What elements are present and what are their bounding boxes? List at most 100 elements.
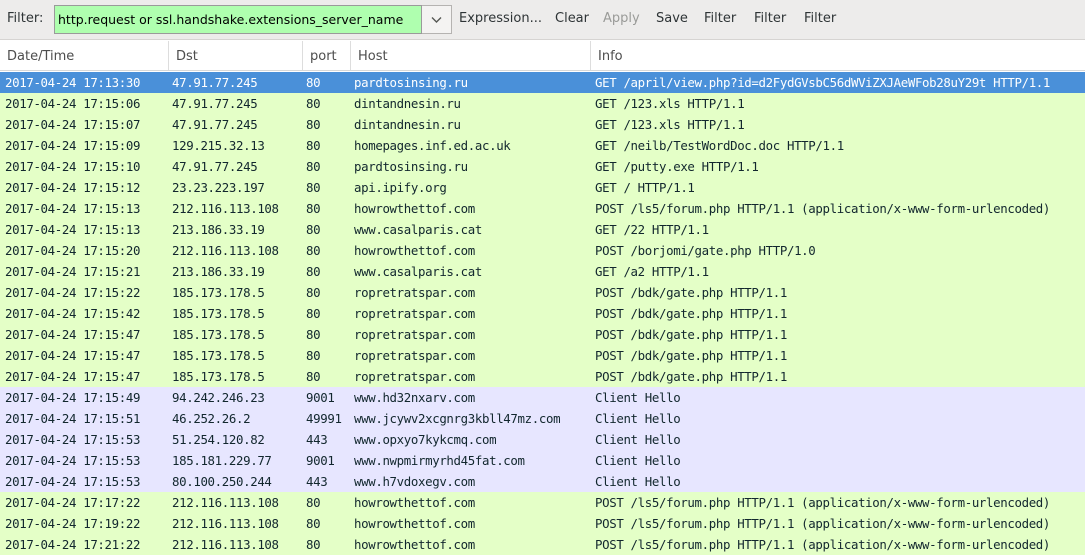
packet-row[interactable]: 2017-04-24 17:15:06 47.91.77.245 80 dintand… — [0, 93, 1085, 114]
column-header-datetime[interactable]: Date/Time — [0, 41, 168, 70]
dst-cell: 185.173.178.5 — [172, 327, 265, 342]
info-cell: GET /putty.exe HTTP/1.1 — [595, 159, 759, 174]
port-cell: 80 — [306, 201, 321, 216]
port-cell: 9001 — [306, 390, 335, 405]
host-cell: ropretratspar.com — [354, 327, 475, 342]
port-cell: 443 — [306, 432, 328, 447]
packet-row[interactable]: 2017-04-24 17:15:47 185.173.178.5 80 ropret… — [0, 366, 1085, 387]
dst-cell: 23.23.223.197 — [172, 180, 265, 195]
host-cell: dintandnesin.ru — [354, 96, 461, 111]
port-cell: 80 — [306, 537, 321, 552]
info-cell: Client Hello — [595, 390, 681, 405]
dst-cell: 213.186.33.19 — [172, 222, 265, 237]
packet-row[interactable]: 2017-04-24 17:15:51 46.252.26.2 49991 www.j… — [0, 408, 1085, 429]
packet-row[interactable]: 2017-04-24 17:15:20 212.116.113.108 80 howr… — [0, 240, 1085, 261]
packet-row[interactable]: 2017-04-24 17:15:53 51.254.120.82 443 www.o… — [0, 429, 1085, 450]
datetime-cell: 2017-04-24 17:15:47 — [5, 327, 141, 342]
datetime-cell: 2017-04-24 17:15:53 — [5, 453, 141, 468]
column-header-dst[interactable]: Dst — [168, 41, 302, 70]
datetime-cell: 2017-04-24 17:15:53 — [5, 432, 141, 447]
dst-cell: 51.254.120.82 — [172, 432, 265, 447]
datetime-cell: 2017-04-24 17:15:53 — [5, 474, 141, 489]
host-cell: homepages.inf.ed.ac.uk — [354, 138, 511, 153]
column-header-port[interactable]: port — [302, 41, 350, 70]
dst-cell: 212.116.113.108 — [172, 495, 279, 510]
info-cell: POST /bdk/gate.php HTTP/1.1 — [595, 369, 787, 384]
info-cell: POST /bdk/gate.php HTTP/1.1 — [595, 348, 787, 363]
dst-cell: 213.186.33.19 — [172, 264, 265, 279]
port-cell: 80 — [306, 348, 321, 363]
packet-row[interactable]: 2017-04-24 17:15:09 129.215.32.13 80 homepa… — [0, 135, 1085, 156]
info-cell: POST /bdk/gate.php HTTP/1.1 — [595, 306, 787, 321]
port-cell: 80 — [306, 180, 321, 195]
packet-row[interactable]: 2017-04-24 17:19:22 212.116.113.108 80 howr… — [0, 513, 1085, 534]
filter-button-1[interactable]: Filter — [704, 11, 736, 26]
filter-button-3[interactable]: Filter — [804, 11, 836, 26]
port-cell: 80 — [306, 327, 321, 342]
apply-button[interactable]: Apply — [603, 11, 640, 26]
info-cell: GET /a2 HTTP/1.1 — [595, 264, 709, 279]
packet-row[interactable]: 2017-04-24 17:15:53 80.100.250.244 443 www.… — [0, 471, 1085, 492]
column-header-info[interactable]: Info — [590, 41, 1085, 70]
column-header-host[interactable]: Host — [350, 41, 590, 70]
datetime-cell: 2017-04-24 17:13:30 — [5, 75, 141, 90]
dst-cell: 185.173.178.5 — [172, 285, 265, 300]
packet-row[interactable]: 2017-04-24 17:15:42 185.173.178.5 80 ropret… — [0, 303, 1085, 324]
info-cell: GET /neilb/TestWordDoc.doc HTTP/1.1 — [595, 138, 844, 153]
dst-cell: 185.173.178.5 — [172, 369, 265, 384]
packet-row[interactable]: 2017-04-24 17:15:22 185.173.178.5 80 ropret… — [0, 282, 1085, 303]
packet-row[interactable]: 2017-04-24 17:15:47 185.173.178.5 80 ropret… — [0, 345, 1085, 366]
filter-toolbar: Filter: http.request or ssl.handshake.ex… — [0, 0, 1085, 40]
datetime-cell: 2017-04-24 17:15:47 — [5, 348, 141, 363]
datetime-cell: 2017-04-24 17:15:12 — [5, 180, 141, 195]
host-cell: howrowthettof.com — [354, 243, 475, 258]
packet-row[interactable]: 2017-04-24 17:15:21 213.186.33.19 80 www.ca… — [0, 261, 1085, 282]
port-cell: 80 — [306, 243, 321, 258]
host-cell: ropretratspar.com — [354, 306, 475, 321]
display-filter-text[interactable]: http.request or ssl.handshake.extensions… — [58, 12, 418, 27]
packet-row[interactable]: 2017-04-24 17:17:22 212.116.113.108 80 howr… — [0, 492, 1085, 513]
dst-cell: 212.116.113.108 — [172, 243, 279, 258]
info-cell: Client Hello — [595, 453, 681, 468]
datetime-cell: 2017-04-24 17:15:42 — [5, 306, 141, 321]
datetime-cell: 2017-04-24 17:15:21 — [5, 264, 141, 279]
save-button[interactable]: Save — [656, 11, 688, 26]
dst-cell: 47.91.77.245 — [172, 96, 258, 111]
filter-button-2[interactable]: Filter — [754, 11, 786, 26]
expression-button[interactable]: Expression... — [459, 11, 542, 26]
dst-cell: 185.173.178.5 — [172, 306, 265, 321]
packet-row[interactable]: 2017-04-24 17:21:22 212.116.113.108 80 howr… — [0, 534, 1085, 555]
port-cell: 80 — [306, 96, 321, 111]
packet-row[interactable]: 2017-04-24 17:15:12 23.23.223.197 80 api.ip… — [0, 177, 1085, 198]
packet-row[interactable]: 2017-04-24 17:15:13 213.186.33.19 80 www.ca… — [0, 219, 1085, 240]
info-cell: POST /borjomi/gate.php HTTP/1.0 — [595, 243, 816, 258]
datetime-cell: 2017-04-24 17:15:10 — [5, 159, 141, 174]
host-cell: ropretratspar.com — [354, 348, 475, 363]
dst-cell: 185.173.178.5 — [172, 348, 265, 363]
port-cell: 80 — [306, 117, 321, 132]
packet-row-selected[interactable]: 2017-04-24 17:13:30 47.91.77.245 80 pardtos… — [0, 72, 1085, 93]
datetime-cell: 2017-04-24 17:15:07 — [5, 117, 141, 132]
packet-row[interactable]: 2017-04-24 17:15:47 185.173.178.5 80 ropret… — [0, 324, 1085, 345]
info-cell: GET /123.xls HTTP/1.1 — [595, 117, 745, 132]
port-cell: 80 — [306, 75, 321, 90]
packet-row[interactable]: 2017-04-24 17:15:07 47.91.77.245 80 dintand… — [0, 114, 1085, 135]
packet-row[interactable]: 2017-04-24 17:15:53 185.181.229.77 9001 www… — [0, 450, 1085, 471]
port-cell: 80 — [306, 264, 321, 279]
packet-row[interactable]: 2017-04-24 17:15:13 212.116.113.108 80 howr… — [0, 198, 1085, 219]
info-cell: POST /ls5/forum.php HTTP/1.1 (applicatio… — [595, 516, 1051, 531]
packet-row[interactable]: 2017-04-24 17:15:49 94.242.246.23 9001 www.… — [0, 387, 1085, 408]
display-filter-input[interactable]: http.request or ssl.handshake.extensions… — [54, 5, 422, 34]
port-cell: 49991 — [306, 411, 342, 426]
packet-row[interactable]: 2017-04-24 17:15:10 47.91.77.245 80 pardtos… — [0, 156, 1085, 177]
packet-list: 2017-04-24 17:13:30 47.91.77.245 80 pardtos… — [0, 72, 1085, 556]
host-cell: pardtosinsing.ru — [354, 75, 468, 90]
filter-history-dropdown[interactable] — [422, 5, 452, 34]
datetime-cell: 2017-04-24 17:19:22 — [5, 516, 141, 531]
port-cell: 80 — [306, 306, 321, 321]
clear-button[interactable]: Clear — [555, 11, 589, 26]
dst-cell: 129.215.32.13 — [172, 138, 265, 153]
host-cell: www.nwpmirmyrhd45fat.com — [354, 453, 525, 468]
dst-cell: 212.116.113.108 — [172, 201, 279, 216]
info-cell: Client Hello — [595, 432, 681, 447]
